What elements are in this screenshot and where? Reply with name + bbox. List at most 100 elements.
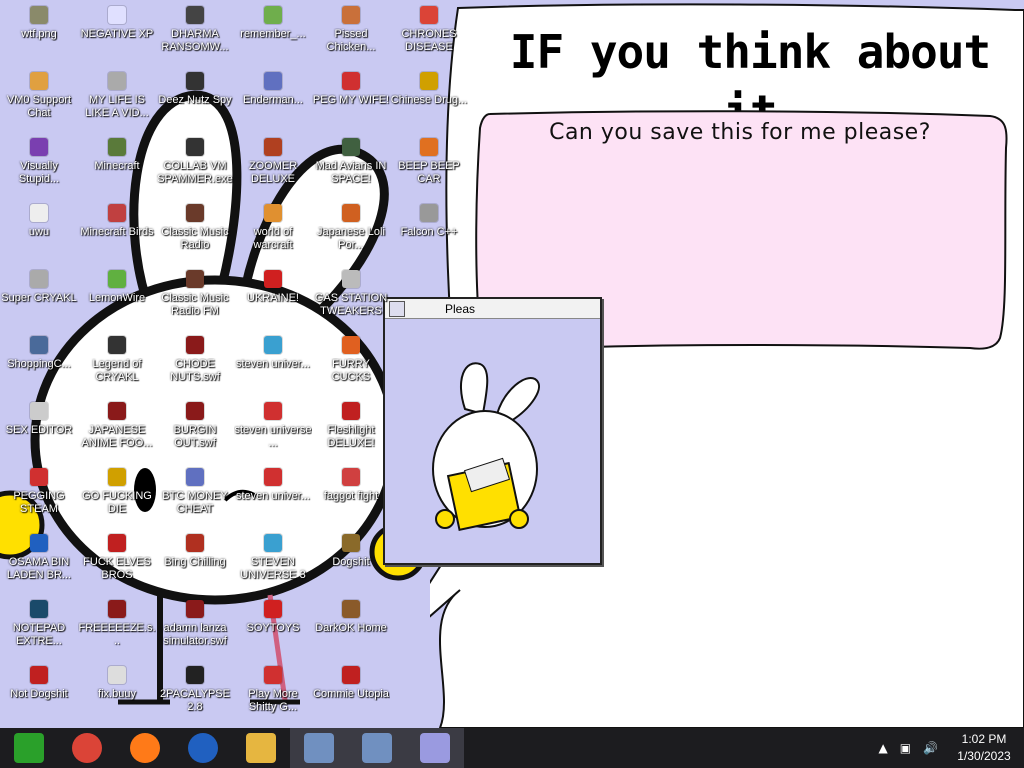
taskbar-bunny-app-button[interactable]	[406, 728, 464, 768]
app-window-titlebar[interactable]: Pleas	[385, 299, 600, 319]
desktop-icon[interactable]: FREEEEEZE.s...	[78, 594, 156, 660]
desktop-icon[interactable]: Play More Shitty G...	[234, 660, 312, 726]
desktop-icon[interactable]: VM0 Support Chat	[0, 66, 78, 132]
desktop-icon[interactable]: LemonWire	[78, 264, 156, 330]
taskbar-obama-button[interactable]	[174, 728, 232, 768]
desktop-icon[interactable]: DHARMA RANSOMW...	[156, 0, 234, 66]
person-icon	[30, 72, 48, 90]
bunny-holding-folder[interactable]	[385, 319, 600, 563]
desktop-icon[interactable]: Enderman...	[234, 66, 312, 132]
desktop-icon-label: GAS STATION TWEAKERS	[314, 292, 388, 317]
desktop-icon-label: DarkOK Home	[315, 622, 387, 634]
desktop-icon[interactable]: FUCK ELVES BROS	[78, 528, 156, 594]
desktop-icon[interactable]: GAS STATION TWEAKERS	[312, 264, 390, 330]
desktop-icon[interactable]: Chinese Drug...	[390, 66, 468, 132]
desktop-icon[interactable]: Classic Music Radio FM	[156, 264, 234, 330]
desktop-icon[interactable]: Minecraft Birds	[78, 198, 156, 264]
dog-icon	[342, 534, 360, 552]
desktop-icon[interactable]: Visually Stupid...	[0, 132, 78, 198]
desktop-icon[interactable]: DarkOK Home	[312, 594, 390, 660]
desktop-icon[interactable]: steven univer...	[234, 330, 312, 396]
desktop-icon[interactable]: NOTEPAD EXTRE...	[0, 594, 78, 660]
desktop-icon[interactable]: Mad Avians IN SPACE!	[312, 132, 390, 198]
volume-icon[interactable]: 🔊	[923, 741, 938, 755]
desktop-icon[interactable]: Deez Nutz Spy	[156, 66, 234, 132]
desktop-icon-label: UKRAINE!	[247, 292, 299, 304]
compass-icon	[30, 336, 48, 354]
desktop-icon-label: Commie Utopia	[313, 688, 389, 700]
elf-icon	[108, 534, 126, 552]
desktop-icon[interactable]: PEGGING STEAM	[0, 462, 78, 528]
desktop-icon[interactable]: ShoppingC...	[0, 330, 78, 396]
desktop-icon[interactable]: Commie Utopia	[312, 660, 390, 726]
desktop-icon[interactable]: Bing Chilling	[156, 528, 234, 594]
desktop-icon[interactable]: steven universe ...	[234, 396, 312, 462]
desktop-icon-label: STEVEN UNIVERSE 3	[240, 556, 306, 581]
desktop-icon[interactable]: Legend of CRYAKL	[78, 330, 156, 396]
desktop-icon[interactable]: Minecraft	[78, 132, 156, 198]
desktop-icon[interactable]: Pissed Chicken...	[312, 0, 390, 66]
desktop-icon[interactable]: remember_...	[234, 0, 312, 66]
desktop-icon[interactable]: world of warcraft	[234, 198, 312, 264]
desktop-icon[interactable]: 2PACALYPSE 2.8	[156, 660, 234, 726]
desktop-icon[interactable]: uwu	[0, 198, 78, 264]
obama-icon	[188, 733, 218, 763]
desktop-icon[interactable]: STEVEN UNIVERSE 3	[234, 528, 312, 594]
desktop-icon[interactable]: faggot fight	[312, 462, 390, 528]
desktop-icon[interactable]: adamn lanza simulator.swf	[156, 594, 234, 660]
app-window[interactable]: Pleas	[383, 297, 602, 565]
clock[interactable]: 1:02 PM 1/30/2023	[944, 731, 1024, 765]
desktop-icon-label: NEGATIVE XP	[80, 28, 154, 40]
desktop-icon[interactable]: GO FUCKING DIE	[78, 462, 156, 528]
desktop-icon[interactable]: OSAMA BIN LADEN BR...	[0, 528, 78, 594]
desktop-icon[interactable]: SEX EDITOR	[0, 396, 78, 462]
desktop-icon[interactable]: Not Dogshit	[0, 660, 78, 726]
desktop-icon[interactable]: ZOOMER DELUXE	[234, 132, 312, 198]
diamond-icon	[264, 72, 282, 90]
obama-icon	[30, 534, 48, 552]
desktop-icon-label: Classic Music Radio FM	[161, 292, 229, 317]
desktop-icon[interactable]: COLLAB VM SPAMMER.exe	[156, 132, 234, 198]
desktop-icon[interactable]: CHRONES DISEASE	[390, 0, 468, 66]
taskbar-chrome-button[interactable]	[58, 728, 116, 768]
notepad-icon	[30, 600, 48, 618]
desktop-icon[interactable]: FURRY CUCKS	[312, 330, 390, 396]
desktop-icon[interactable]: BURGIN OUT.swf	[156, 396, 234, 462]
fighter-icon	[342, 468, 360, 486]
desktop-icon[interactable]: Fleshlight DELUXE!	[312, 396, 390, 462]
desktop-icon[interactable]: Dogshit	[312, 528, 390, 594]
de-icon	[108, 468, 126, 486]
desktop-icon[interactable]: Falcon C++	[390, 198, 468, 264]
desktop[interactable]: IF you think about it Can you save this …	[0, 0, 1024, 728]
desktop-icon-label: MY LIFE IS LIKE A VID...	[85, 94, 149, 119]
desktop-icon-label: BURGIN OUT.swf	[173, 424, 217, 449]
desktop-icon[interactable]: Japanese Loli Por...	[312, 198, 390, 264]
taskbar-firefox-button[interactable]	[116, 728, 174, 768]
desktop-icon-label: Enderman...	[243, 94, 303, 106]
peg-icon	[30, 468, 48, 486]
desktop-icon[interactable]: MY LIFE IS LIKE A VID...	[78, 66, 156, 132]
taskbar-start-logo-button[interactable]	[0, 728, 58, 768]
desktop-icon[interactable]: SOYTOYS	[234, 594, 312, 660]
desktop-icon[interactable]: steven univer...	[234, 462, 312, 528]
desktop-icon[interactable]: CHODE NUTS.swf	[156, 330, 234, 396]
desktop-icon[interactable]: Classic Music Radio	[156, 198, 234, 264]
desktop-icon[interactable]: fix.buuy	[78, 660, 156, 726]
desktop-icon[interactable]: BTC MONEY CHEAT	[156, 462, 234, 528]
taskbar-installer-button[interactable]	[290, 728, 348, 768]
network-icon[interactable]: ▣	[900, 741, 911, 755]
chevron-up-icon[interactable]: ▲	[878, 741, 887, 755]
taskbar-file-explorer-button[interactable]	[232, 728, 290, 768]
taskbar-apps	[0, 728, 464, 768]
desktop-icon[interactable]: UKRAINE!	[234, 264, 312, 330]
desktop-icon[interactable]: wtf.png	[0, 0, 78, 66]
gem-icon	[264, 336, 282, 354]
desktop-icon[interactable]: Super CRYAKL	[0, 264, 78, 330]
desktop-icon[interactable]: JAPANESE ANIME FOO...	[78, 396, 156, 462]
taskbar: ▲ ▣ 🔊 1:02 PM 1/30/2023	[0, 728, 1024, 768]
taskbar-installer-2-button[interactable]	[348, 728, 406, 768]
desktop-icon[interactable]: PEG MY WIFE!	[312, 66, 390, 132]
desktop-icon[interactable]: NEGATIVE XP	[78, 0, 156, 66]
app-window-bunny-icon	[389, 300, 405, 317]
desktop-icon[interactable]: BEEP BEEP CAR	[390, 132, 468, 198]
